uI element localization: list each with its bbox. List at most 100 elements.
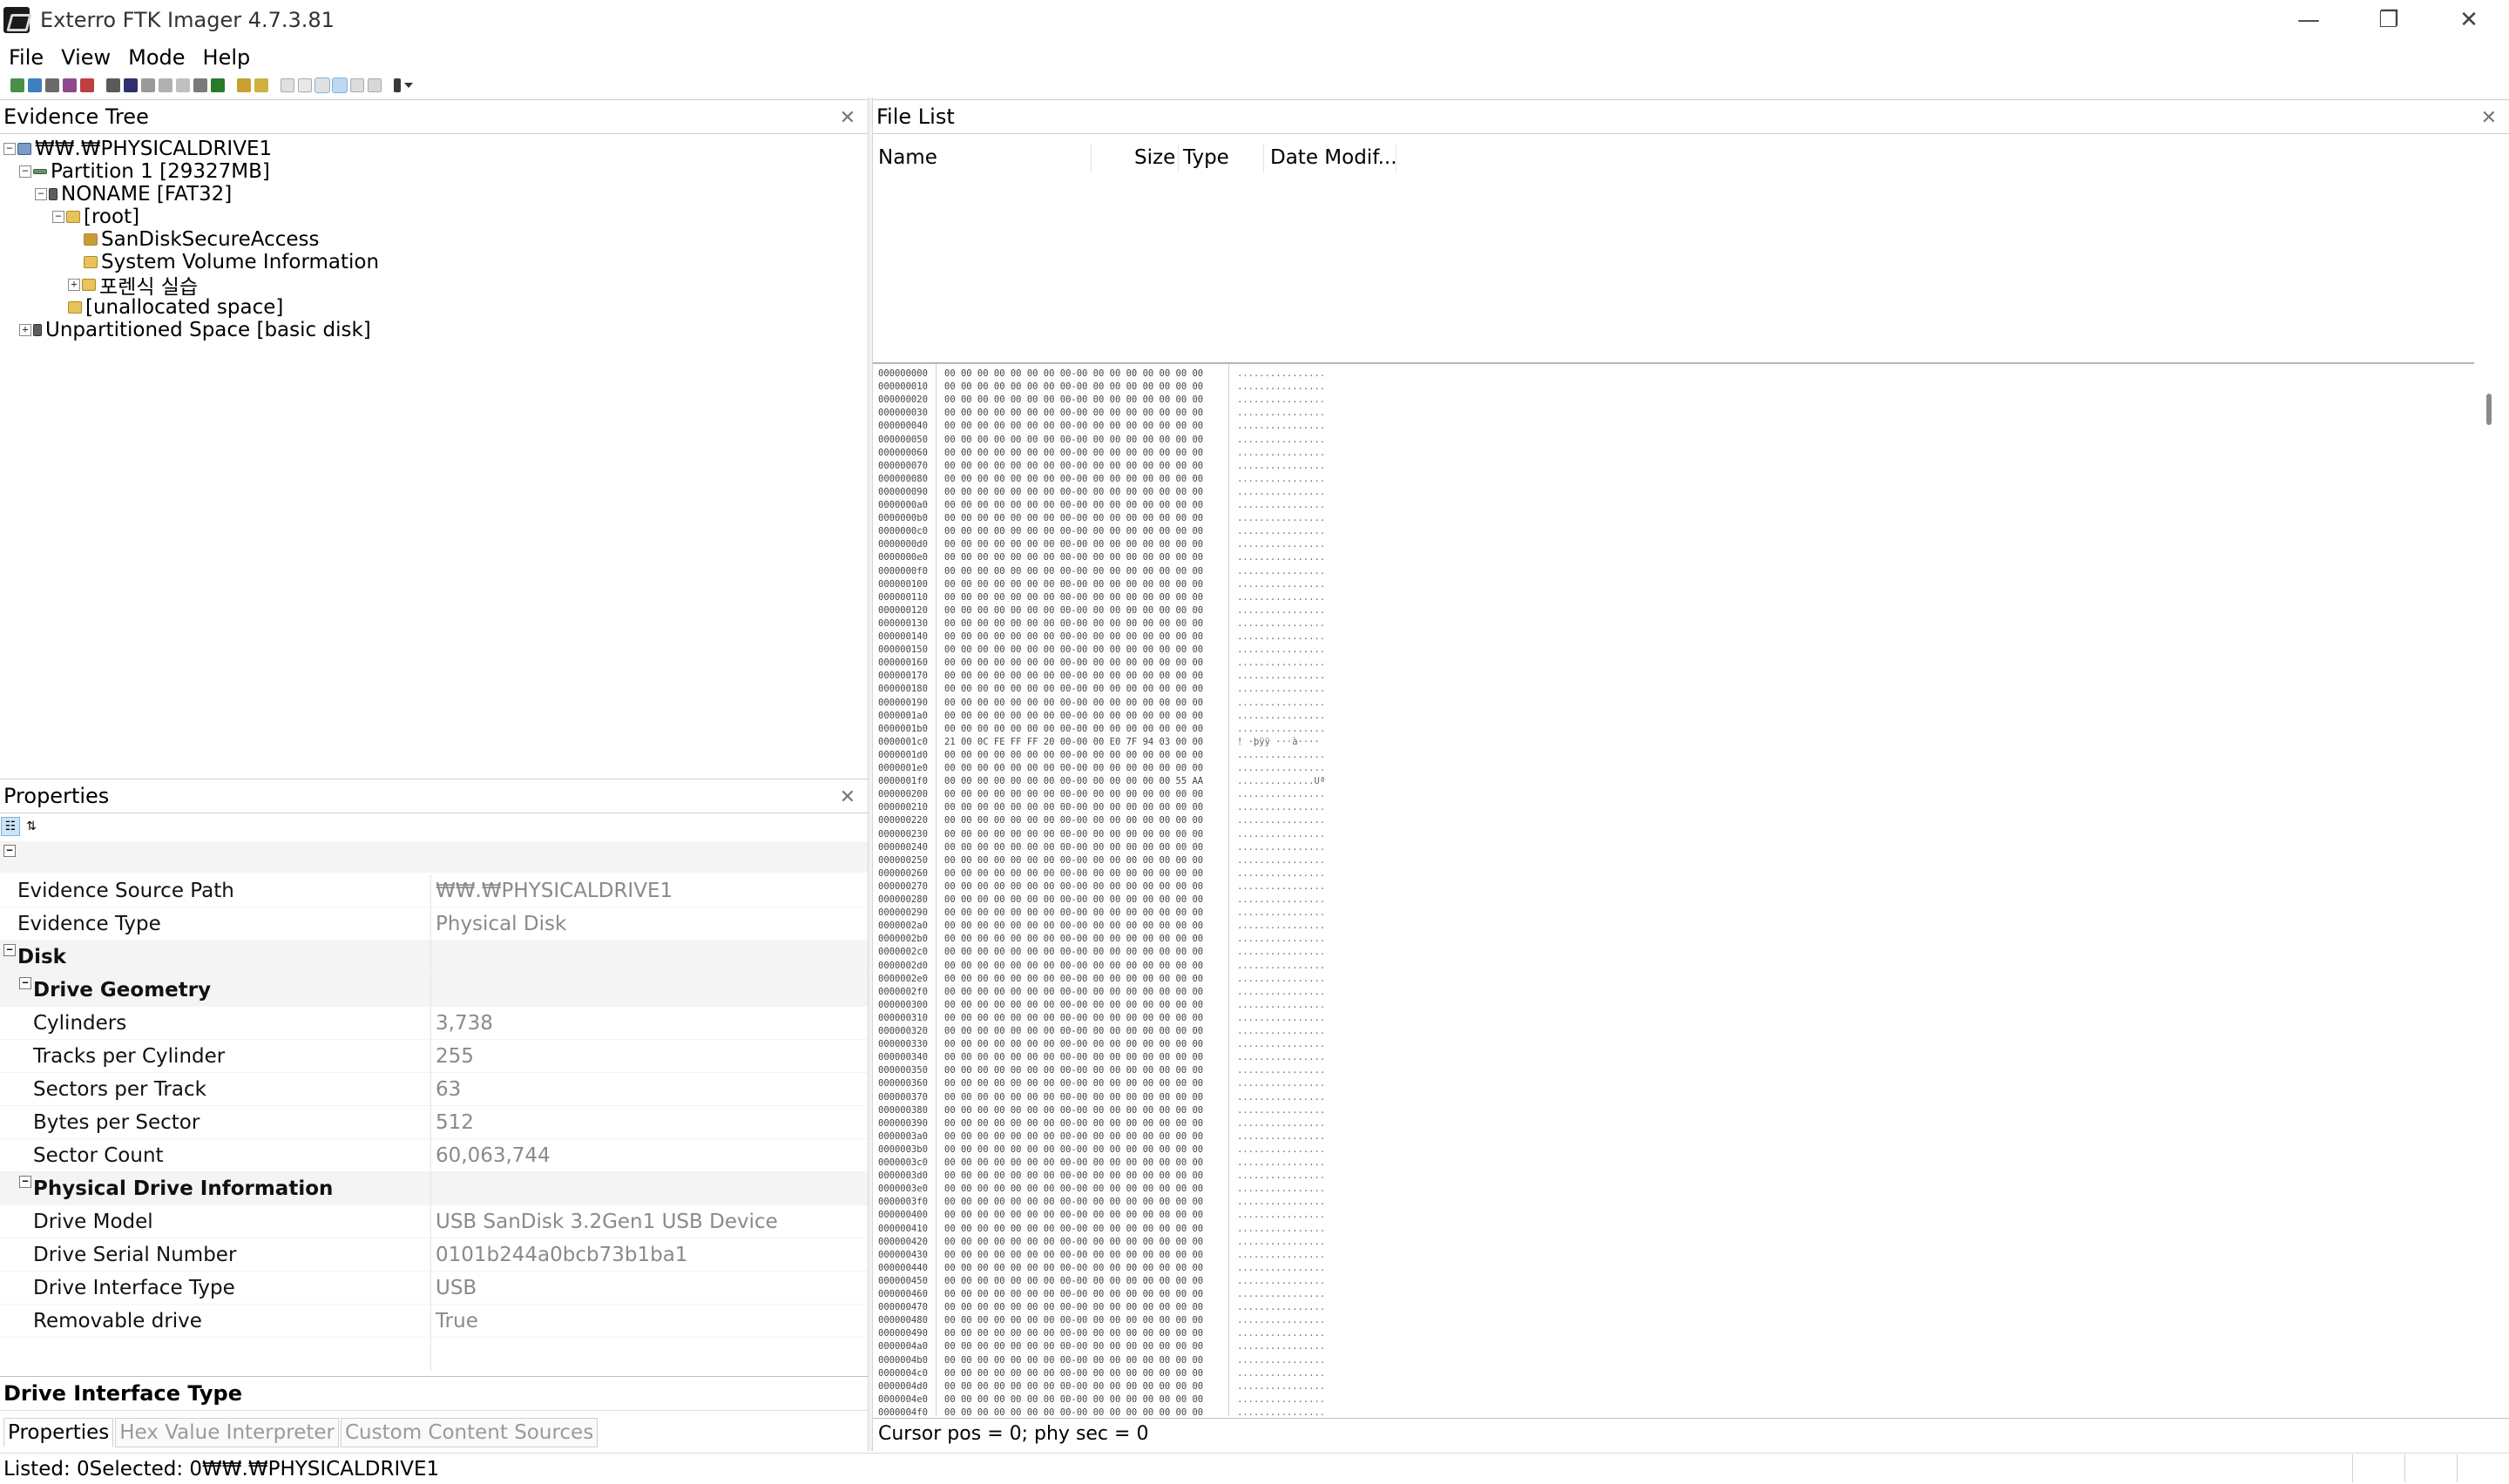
hex-bytes[interactable]: 00 00 00 00 00 00 00 00-00 00 00 00 00 0… <box>944 617 1203 631</box>
hex-bytes[interactable]: 00 00 00 00 00 00 00 00-00 00 00 00 00 0… <box>944 986 1203 999</box>
property-row[interactable]: Evidence Source Path ₩₩.₩PHYSICALDRIVE1 <box>0 874 869 907</box>
tab-properties[interactable]: Properties <box>3 1418 114 1447</box>
hex-bytes[interactable]: 00 00 00 00 00 00 00 00-00 00 00 00 00 0… <box>944 368 1203 381</box>
collapse-toggle-icon[interactable]: − <box>52 211 64 223</box>
column-divider[interactable] <box>1263 145 1264 172</box>
hex-bytes[interactable]: 00 00 00 00 00 00 00 00-00 00 00 00 00 0… <box>944 499 1203 512</box>
column-size[interactable]: Size <box>1134 145 1175 171</box>
hex-ascii[interactable]: ................ <box>1237 894 1325 907</box>
help-icon[interactable] <box>394 78 401 92</box>
hex-bytes[interactable]: 00 00 00 00 00 00 00 00-00 00 00 00 00 0… <box>944 551 1203 564</box>
hex-bytes[interactable]: 00 00 00 00 00 00 00 00-00 00 00 00 00 0… <box>944 670 1203 683</box>
hex-ascii[interactable]: ................ <box>1237 1117 1325 1130</box>
hex-ascii[interactable]: ................ <box>1237 1327 1325 1340</box>
hex-bytes[interactable]: 00 00 00 00 00 00 00 00-00 00 00 00 00 0… <box>944 1104 1203 1117</box>
hex-bytes[interactable]: 00 00 00 00 00 00 00 00-00 00 00 00 00 0… <box>944 473 1203 486</box>
hex-ascii[interactable]: ................ <box>1237 999 1325 1012</box>
hex-ascii[interactable]: ................ <box>1237 1262 1325 1275</box>
column-type[interactable]: Type <box>1183 145 1229 171</box>
hex-bytes[interactable]: 00 00 00 00 00 00 00 00-00 00 00 00 00 0… <box>944 762 1203 775</box>
hex-bytes[interactable]: 00 00 00 00 00 00 00 00-00 00 00 00 00 0… <box>944 486 1203 499</box>
hex-ascii[interactable]: ................ <box>1237 1143 1325 1157</box>
add-all-devices-icon[interactable] <box>28 78 42 92</box>
hex-bytes[interactable]: 00 00 00 00 00 00 00 00-00 00 00 00 00 0… <box>944 788 1203 801</box>
hex-ascii[interactable]: ................ <box>1237 512 1325 525</box>
menu-help[interactable]: Help <box>203 45 251 70</box>
verify-drive-icon[interactable] <box>211 78 225 92</box>
hex-ascii[interactable]: ................ <box>1237 1012 1325 1025</box>
export-disk-image-icon[interactable] <box>124 78 138 92</box>
hex-ascii[interactable]: ................ <box>1237 631 1325 644</box>
property-row[interactable]: Drive Interface Type USB <box>0 1272 869 1305</box>
collapse-toggle-icon[interactable]: − <box>3 845 16 857</box>
collapse-toggle-icon[interactable]: − <box>19 1176 31 1188</box>
hex-bytes[interactable]: 00 00 00 00 00 00 00 00-00 00 00 00 00 0… <box>944 1236 1203 1249</box>
tab-custom-content-sources[interactable]: Custom Content Sources <box>341 1418 599 1447</box>
remove-evidence-icon[interactable] <box>63 78 77 92</box>
hex-scrollbar-thumb[interactable] <box>2486 394 2492 425</box>
close-evidence-tree-icon[interactable]: ✕ <box>840 107 855 129</box>
hex-bytes[interactable]: 00 00 00 00 00 00 00 00-00 00 00 00 00 0… <box>944 1249 1203 1262</box>
hex-ascii[interactable]: ................ <box>1237 1301 1325 1314</box>
hex-ascii[interactable]: ................ <box>1237 657 1325 670</box>
hex-bytes[interactable]: 00 00 00 00 00 00 00 00-00 00 00 00 00 0… <box>944 999 1203 1012</box>
hex-ascii[interactable]: ................ <box>1237 749 1325 762</box>
hex-ascii[interactable]: ................ <box>1237 1340 1325 1353</box>
hex-bytes[interactable]: 00 00 00 00 00 00 00 00-00 00 00 00 00 0… <box>944 920 1203 933</box>
hex-bytes[interactable]: 00 00 00 00 00 00 00 00-00 00 00 00 00 0… <box>944 1340 1203 1353</box>
hex-bytes[interactable]: 00 00 00 00 00 00 00 00-00 00 00 00 00 0… <box>944 460 1203 473</box>
hex-bytes[interactable]: 00 00 00 00 00 00 00 00-00 00 00 00 00 0… <box>944 1314 1203 1327</box>
hex-bytes[interactable]: 00 00 00 00 00 00 00 00-00 00 00 00 00 0… <box>944 538 1203 551</box>
export-files-icon[interactable] <box>237 78 251 92</box>
hex-ascii[interactable]: ................ <box>1237 460 1325 473</box>
hex-bytes[interactable]: 00 00 00 00 00 00 00 00-00 00 00 00 00 0… <box>944 657 1203 670</box>
column-divider[interactable] <box>1396 145 1397 172</box>
collapse-toggle-icon[interactable]: − <box>19 977 31 989</box>
decrypt-icon[interactable] <box>193 78 207 92</box>
tree-node-unpartitioned[interactable]: + Unpartitioned Space [basic disk] <box>19 319 371 341</box>
hex-bytes[interactable]: 00 00 00 00 00 00 00 00-00 00 00 00 00 0… <box>944 1275 1203 1288</box>
hex-bytes[interactable]: 00 00 00 00 00 00 00 00-00 00 00 00 00 0… <box>944 1117 1203 1130</box>
hex-bytes[interactable]: 00 00 00 00 00 00 00 00-00 00 00 00 00 0… <box>944 723 1203 736</box>
property-row[interactable]: Drive Model USB SanDisk 3.2Gen1 USB Devi… <box>0 1205 869 1238</box>
hex-bytes[interactable]: 00 00 00 00 00 00 00 00-00 00 00 00 00 0… <box>944 407 1203 420</box>
hex-ascii[interactable]: ................ <box>1237 1236 1325 1249</box>
hex-bytes[interactable]: 00 00 00 00 00 00 00 00-00 00 00 00 00 0… <box>944 578 1203 591</box>
column-name[interactable]: Name <box>878 145 937 171</box>
hex-bytes[interactable]: 21 00 0C FE FF FF 20 00-00 00 E0 7F 94 0… <box>944 736 1203 749</box>
hex-bytes[interactable]: 00 00 00 00 00 00 00 00-00 00 00 00 00 0… <box>944 1012 1203 1025</box>
hex-bytes[interactable]: 00 00 00 00 00 00 00 00-00 00 00 00 00 0… <box>944 604 1203 617</box>
hex-ascii[interactable]: ................ <box>1237 604 1325 617</box>
tree-node-forensic-lab[interactable]: + 포렌식 실습 <box>68 273 198 299</box>
hex-bytes[interactable]: 00 00 00 00 00 00 00 00-00 00 00 00 00 0… <box>944 1393 1203 1406</box>
hex-ascii[interactable]: ................ <box>1237 1209 1325 1222</box>
sector-view-icon[interactable] <box>332 78 348 93</box>
hex-bytes[interactable]: 00 00 00 00 00 00 00 00-00 00 00 00 00 0… <box>944 1038 1203 1051</box>
hex-bytes[interactable]: 00 00 00 00 00 00 00 00-00 00 00 00 00 0… <box>944 749 1203 762</box>
hex-ascii[interactable]: ................ <box>1237 946 1325 959</box>
expand-toggle-icon[interactable]: + <box>68 279 80 291</box>
hex-bytes[interactable]: 00 00 00 00 00 00 00 00-00 00 00 00 00 0… <box>944 1183 1203 1196</box>
hex-ascii[interactable]: ................ <box>1237 407 1325 420</box>
hex-bytes[interactable]: 00 00 00 00 00 00 00 00-00 00 00 00 00 0… <box>944 933 1203 946</box>
hex-ascii[interactable]: ................ <box>1237 1064 1325 1077</box>
hex-ascii[interactable]: ................ <box>1237 420 1325 433</box>
hex-bytes[interactable]: 00 00 00 00 00 00 00 00-00 00 00 00 00 0… <box>944 1130 1203 1143</box>
hex-ascii[interactable]: ................ <box>1237 617 1325 631</box>
hex-bytes[interactable]: 00 00 00 00 00 00 00 00-00 00 00 00 00 0… <box>944 394 1203 407</box>
hex-ascii[interactable]: ! ·þÿÿ ···à···· <box>1237 736 1320 749</box>
hex-ascii[interactable]: ................ <box>1237 1354 1325 1367</box>
hex-bytes[interactable]: 00 00 00 00 00 00 00 00-00 00 00 00 00 0… <box>944 801 1203 814</box>
hex-bytes[interactable]: 00 00 00 00 00 00 00 00-00 00 00 00 00 0… <box>944 1209 1203 1222</box>
column-divider[interactable] <box>1178 145 1179 172</box>
hex-bytes[interactable]: 00 00 00 00 00 00 00 00-00 00 00 00 00 0… <box>944 775 1203 788</box>
hex-ascii[interactable]: ................ <box>1237 933 1325 946</box>
hex-bytes[interactable]: 00 00 00 00 00 00 00 00-00 00 00 00 00 0… <box>944 1301 1203 1314</box>
hex-bytes[interactable]: 00 00 00 00 00 00 00 00-00 00 00 00 00 0… <box>944 1327 1203 1340</box>
collapse-toggle-icon[interactable]: − <box>3 143 16 155</box>
remove-all-evidence-icon[interactable] <box>80 78 94 92</box>
hex-ascii[interactable]: ................ <box>1237 697 1325 710</box>
hex-ascii[interactable]: ................ <box>1237 1025 1325 1038</box>
collapse-toggle-icon[interactable]: − <box>3 944 16 956</box>
menu-mode[interactable]: Mode <box>128 45 185 70</box>
